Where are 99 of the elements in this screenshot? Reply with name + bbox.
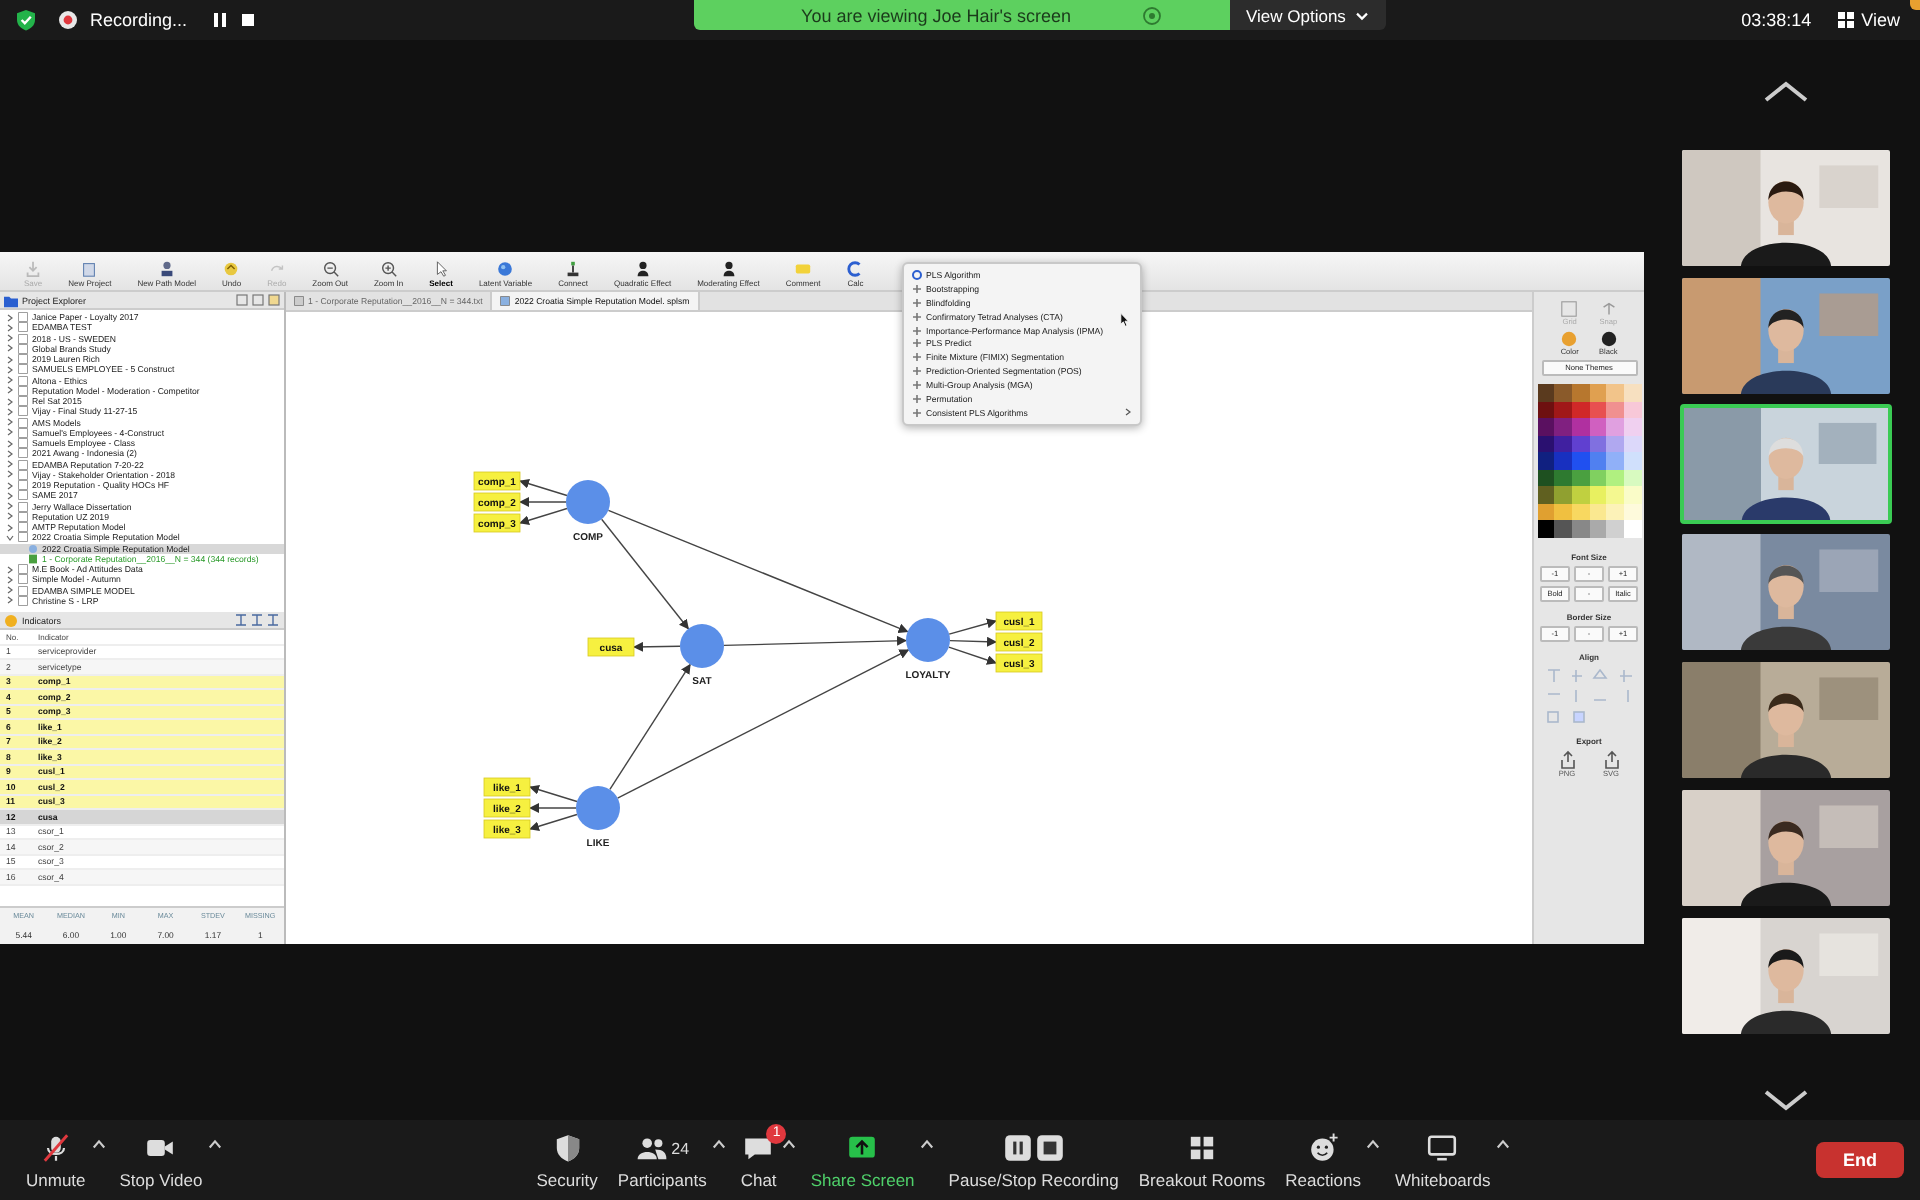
expand-toggle-icon[interactable] (6, 512, 14, 521)
expand-toggle-icon[interactable] (6, 428, 14, 437)
expand-toggle-icon[interactable] (6, 596, 14, 605)
person-icon (157, 260, 176, 278)
grid-icon (1835, 10, 1856, 30)
export-icon (1601, 749, 1621, 769)
scroll-up-icon[interactable] (1762, 80, 1810, 104)
expand-toggle-icon[interactable] (6, 586, 14, 595)
expand-toggle-icon[interactable] (6, 565, 14, 574)
meeting-control-button[interactable]: Breakout Rooms (1132, 1130, 1272, 1190)
caret-icon[interactable] (91, 1138, 106, 1150)
expand-toggle-icon[interactable] (6, 386, 14, 395)
grid-icon (1186, 1132, 1219, 1164)
person-icon (633, 260, 652, 278)
banner-text: You are viewing Joe Hair's screen (801, 5, 1071, 25)
meeting-control-button[interactable]: Unmute (20, 1130, 92, 1190)
zoom-out-icon (321, 260, 340, 278)
expand-toggle-icon[interactable] (6, 502, 14, 511)
meeting-control-button[interactable]: 24 Participants (611, 1130, 713, 1190)
expand-toggle-icon[interactable] (6, 491, 14, 500)
meeting-control-button[interactable]: Pause/Stop Recording (942, 1130, 1125, 1190)
share-screen-icon (846, 1132, 879, 1164)
expand-toggle-icon[interactable] (6, 533, 14, 542)
expand-toggle-icon[interactable] (6, 575, 14, 584)
expand-toggle-icon[interactable] (6, 365, 14, 374)
palette-icon (1560, 330, 1579, 348)
expand-toggle-icon[interactable] (6, 470, 14, 479)
filter-icons[interactable] (236, 614, 280, 626)
export-icon (1557, 749, 1577, 769)
expand-toggle-icon[interactable] (6, 418, 14, 427)
expand-toggle-icon[interactable] (6, 439, 14, 448)
pause-stop-icon (1001, 1132, 1066, 1164)
caret-icon[interactable] (1496, 1138, 1511, 1150)
record-icon (58, 10, 78, 30)
grid-icon (1560, 300, 1579, 318)
indicators-icon (4, 613, 18, 627)
expand-toggle-icon[interactable] (6, 407, 14, 416)
expand-toggle-icon[interactable] (6, 523, 14, 532)
meeting-control-button[interactable]: Reactions (1279, 1130, 1367, 1190)
cursor-icon (432, 260, 451, 278)
meeting-control-button[interactable]: Whiteboards (1388, 1130, 1497, 1190)
caret-icon[interactable] (1366, 1138, 1381, 1150)
undo-icon (222, 260, 241, 278)
meeting-control-button[interactable]: Security (530, 1130, 604, 1190)
construct-node[interactable] (680, 624, 724, 668)
recording-label: Recording... (90, 10, 188, 30)
whiteboard-icon (1426, 1132, 1459, 1164)
expand-toggle-icon[interactable] (6, 376, 14, 385)
circle-icon (496, 260, 515, 278)
zoom-in-icon (379, 260, 398, 278)
smiley-icon (1307, 1132, 1340, 1164)
scroll-down-icon[interactable] (1762, 1088, 1810, 1112)
construct-node[interactable] (576, 786, 620, 830)
view-button[interactable]: View (1835, 10, 1900, 30)
person-icon (719, 260, 738, 278)
document-icon (80, 260, 99, 278)
pause-icon[interactable] (211, 12, 228, 28)
expand-toggle-icon[interactable] (6, 334, 14, 343)
participant-count: 24 (671, 1139, 690, 1157)
people-icon (635, 1132, 668, 1164)
expand-toggle-icon[interactable] (6, 344, 14, 353)
view-options-button[interactable]: View Options (1230, 0, 1386, 30)
stop-icon[interactable] (239, 12, 256, 28)
data-file-icon (28, 553, 38, 564)
construct-node[interactable] (906, 618, 950, 662)
model-icon (28, 543, 38, 554)
expand-toggle-icon[interactable] (6, 355, 14, 364)
expand-toggle-icon[interactable] (6, 323, 14, 332)
loading-arrow (633, 641, 681, 652)
color-palette[interactable] (1537, 384, 1641, 537)
end-button[interactable]: End (1816, 1142, 1904, 1178)
shield-icon (551, 1132, 584, 1164)
expand-toggle-icon[interactable] (6, 449, 14, 458)
shield-icon[interactable] (14, 8, 38, 32)
expand-toggle-icon[interactable] (6, 460, 14, 469)
chat-icon (742, 1132, 775, 1164)
refresh-icon (846, 260, 865, 278)
caret-icon[interactable] (208, 1138, 223, 1150)
mouse-pointer-icon (1120, 312, 1130, 328)
window-controls-icon[interactable] (236, 294, 280, 306)
caret-icon[interactable] (712, 1138, 727, 1150)
muted-mic-icon (39, 1132, 72, 1164)
meeting-control-button[interactable]: Stop Video (113, 1130, 209, 1190)
download-icon (24, 260, 43, 278)
circle-icon (1599, 330, 1618, 348)
info-icon[interactable] (1142, 5, 1163, 25)
comment-icon (794, 260, 813, 278)
tab-icon (500, 296, 511, 306)
connect-icon (564, 260, 583, 278)
expand-toggle-icon[interactable] (6, 481, 14, 490)
snap-icon (1599, 300, 1618, 318)
caret-icon[interactable] (782, 1138, 797, 1150)
expand-toggle-icon[interactable] (6, 313, 14, 322)
construct-node[interactable] (566, 480, 610, 524)
caret-icon (1353, 7, 1370, 23)
expand-toggle-icon[interactable] (6, 397, 14, 406)
caret-icon[interactable] (920, 1138, 935, 1150)
meeting-control-button[interactable]: Share Screen (804, 1130, 921, 1190)
meeting-timer: 03:38:14 (1741, 10, 1812, 30)
